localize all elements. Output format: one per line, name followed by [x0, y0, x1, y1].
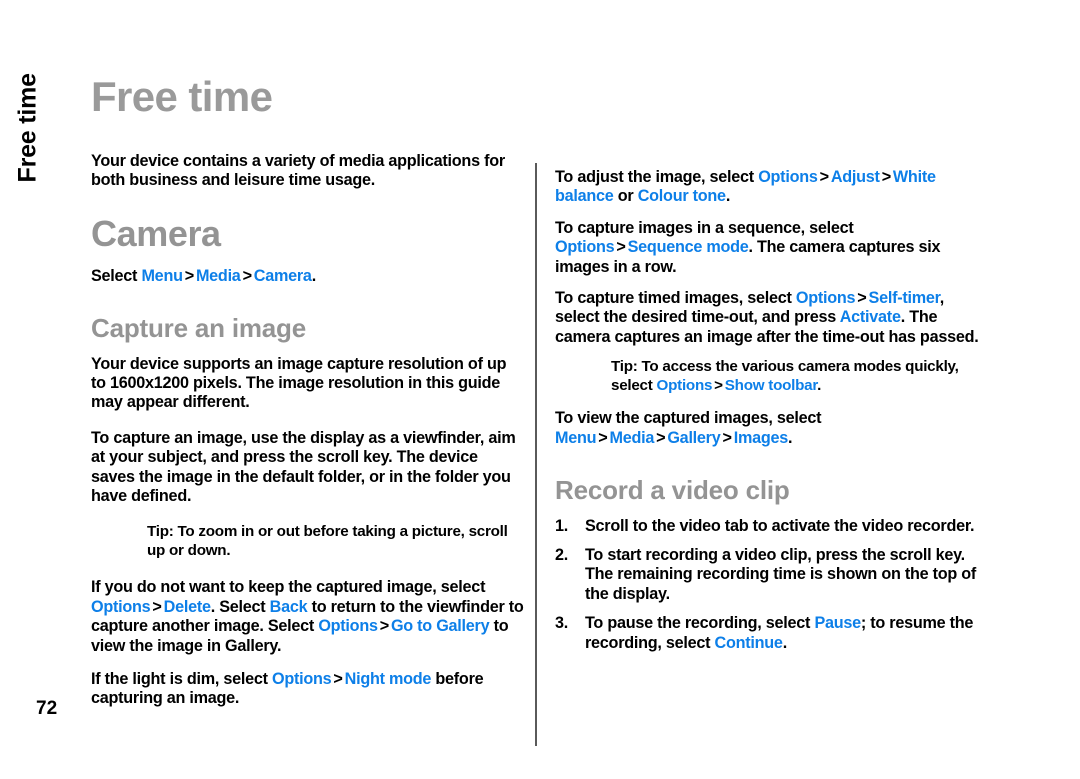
- step-text: .: [782, 633, 788, 652]
- link-menu[interactable]: Menu: [141, 267, 183, 285]
- link-gallery[interactable]: Gallery: [667, 429, 720, 447]
- link-media[interactable]: Media: [609, 429, 654, 447]
- path-separator: >: [598, 428, 608, 447]
- path-separator: >: [819, 168, 829, 186]
- paragraph-gallery: To view the captured images, select Menu…: [555, 409, 989, 448]
- link-show-toolbar[interactable]: Show toolbar: [725, 377, 818, 394]
- tip-zoom: Tip: To zoom in or out before taking a p…: [91, 522, 525, 560]
- text-fragment: If you do not want to keep the captured …: [91, 578, 486, 597]
- link-options[interactable]: Options: [555, 238, 615, 256]
- video-steps-list: 1. Scroll to the video tab to activate th…: [555, 517, 989, 653]
- link-options[interactable]: Options: [91, 598, 151, 616]
- heading-record-a-video-clip: Record a video clip: [555, 475, 790, 506]
- left-column: Free time Your device contains a variety…: [91, 0, 525, 709]
- tip-text: To zoom in or out before taking a pictur…: [147, 523, 508, 560]
- path-separator: >: [857, 289, 867, 308]
- link-adjust[interactable]: Adjust: [831, 168, 880, 186]
- link-back[interactable]: Back: [270, 598, 308, 616]
- text-fragment: To capture timed images, select: [555, 289, 796, 308]
- text-fragment: .: [725, 187, 731, 206]
- select-prefix: Select: [91, 266, 142, 285]
- link-night-mode[interactable]: Night mode: [345, 670, 432, 688]
- path-separator: >: [152, 597, 162, 616]
- paragraph-resolution: Your device supports an image capture re…: [91, 354, 507, 412]
- tip-show-toolbar: Tip: To access the various camera modes …: [555, 357, 989, 395]
- tip-label: Tip:: [611, 358, 638, 376]
- text-fragment: .: [788, 428, 793, 447]
- text-fragment: To capture images in a sequence, select: [555, 218, 854, 237]
- path-separator: >: [722, 428, 732, 447]
- link-colour-tone[interactable]: Colour tone: [638, 187, 726, 205]
- chapter-tab: Free time: [0, 0, 86, 200]
- text-fragment: To adjust the image, select: [555, 168, 759, 186]
- camera-select-path: Select Menu > Media > Camera.: [91, 267, 525, 286]
- list-item: 1. Scroll to the video tab to activate th…: [555, 517, 989, 536]
- right-column: To adjust the image, select Options > Adju…: [555, 0, 989, 663]
- step-text: Scroll to the video tab to activate the …: [585, 516, 975, 535]
- paragraph-night-mode: If the light is dim, select Options > Nigh…: [91, 670, 525, 709]
- path-separator: >: [881, 168, 891, 186]
- link-activate[interactable]: Activate: [840, 308, 901, 326]
- link-camera[interactable]: Camera: [254, 267, 312, 285]
- step-text: To start recording a video clip, press t…: [585, 546, 977, 603]
- link-options[interactable]: Options: [318, 617, 378, 635]
- select-suffix: .: [311, 266, 317, 285]
- heading-camera: Camera: [91, 212, 221, 254]
- path-separator: >: [379, 617, 389, 636]
- link-pause[interactable]: Pause: [814, 614, 861, 632]
- text-fragment: . Select: [210, 597, 270, 616]
- text-fragment: To view the captured images, select: [555, 409, 822, 428]
- paragraph-self-timer: To capture timed images, select Options >…: [555, 289, 989, 347]
- path-separator: >: [616, 238, 626, 257]
- link-options[interactable]: Options: [272, 670, 332, 688]
- page-title: Free time: [91, 73, 273, 120]
- path-separator: >: [184, 266, 194, 285]
- path-separator: >: [333, 670, 343, 689]
- text-fragment: .: [817, 377, 822, 395]
- path-separator: >: [656, 428, 666, 447]
- link-menu[interactable]: Menu: [555, 429, 597, 447]
- paragraph-delete: If you do not want to keep the captured …: [91, 578, 525, 656]
- link-options[interactable]: Options: [758, 168, 818, 186]
- text-fragment: If the light is dim, select: [91, 670, 272, 689]
- link-sequence-mode[interactable]: Sequence mode: [628, 238, 749, 256]
- paragraph-sequence: To capture images in a sequence, select …: [555, 219, 989, 277]
- step-number: 1.: [555, 516, 569, 535]
- list-item: 2. To start recording a video clip, press…: [555, 546, 989, 604]
- link-options[interactable]: Options: [796, 289, 856, 307]
- path-separator: >: [242, 266, 252, 285]
- link-delete[interactable]: Delete: [164, 598, 211, 616]
- tip-label: Tip:: [147, 523, 174, 541]
- intro-paragraph: Your device contains a variety of media …: [91, 152, 505, 190]
- heading-capture-an-image: Capture an image: [91, 313, 306, 344]
- link-go-to-gallery[interactable]: Go to Gallery: [391, 617, 490, 635]
- link-self-timer[interactable]: Self-timer: [869, 289, 941, 307]
- step-text: To pause the recording, select: [585, 614, 815, 633]
- link-media[interactable]: Media: [196, 267, 241, 285]
- paragraph-viewfinder: To capture an image, use the display as …: [91, 428, 516, 506]
- list-item: 3. To pause the recording, select Pause; …: [555, 614, 989, 653]
- link-continue[interactable]: Continue: [715, 634, 783, 652]
- column-divider: [535, 163, 537, 746]
- path-separator: >: [714, 377, 723, 395]
- link-images[interactable]: Images: [734, 429, 789, 447]
- paragraph-adjust: To adjust the image, select Options > Adju…: [555, 168, 989, 207]
- step-number: 3.: [555, 614, 569, 633]
- chapter-tab-label: Free time: [13, 73, 42, 183]
- link-options[interactable]: Options: [657, 377, 713, 394]
- step-number: 2.: [555, 546, 569, 565]
- text-fragment: or: [613, 187, 638, 206]
- page-number: 72: [36, 698, 58, 719]
